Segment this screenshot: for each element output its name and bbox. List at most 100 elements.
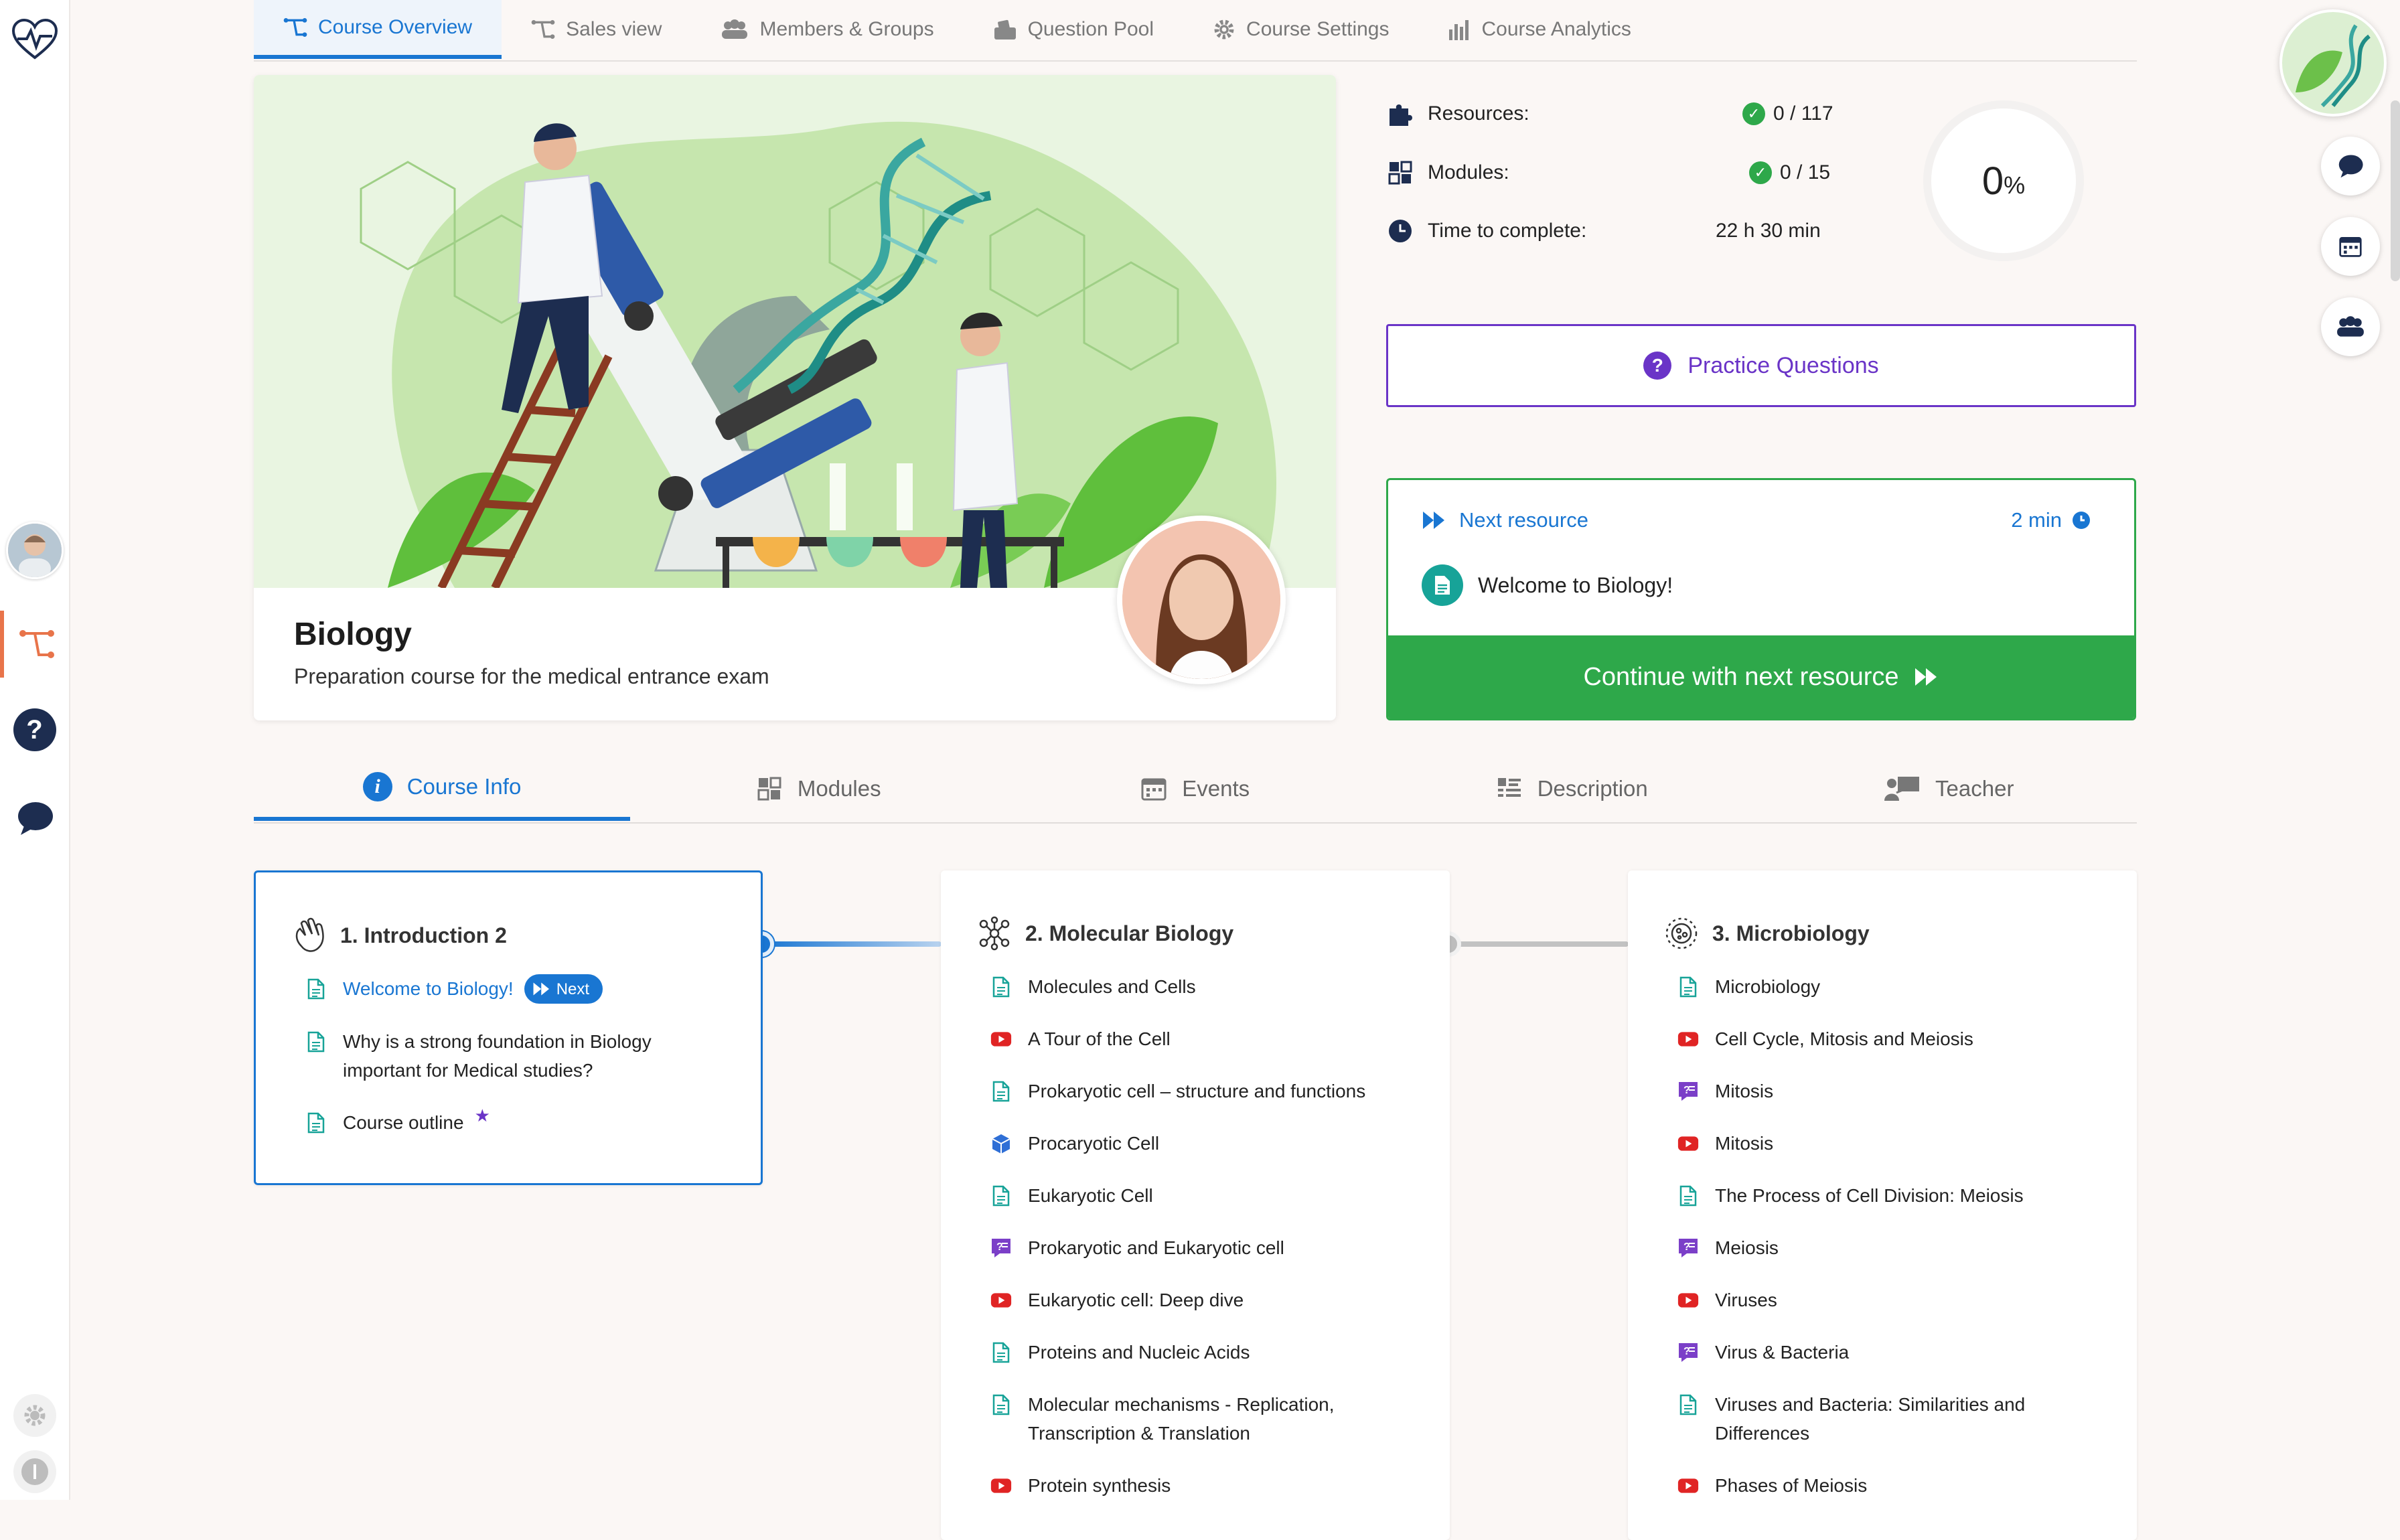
cube-3d-icon	[990, 1129, 1012, 1158]
item-label: Molecules and Cells	[1028, 976, 1196, 997]
item-label: Mitosis	[1715, 1081, 1774, 1101]
list-item[interactable]: Course outline ★	[305, 1105, 721, 1137]
rail-calendar-button[interactable]	[2321, 217, 2380, 276]
list-item[interactable]: Viruses	[1677, 1286, 2106, 1314]
document-icon	[305, 974, 327, 1003]
list-item[interactable]: Molecular mechanisms - Replication, Tran…	[990, 1390, 1419, 1448]
calendar-icon	[2339, 237, 2362, 257]
video-icon	[990, 1471, 1012, 1500]
item-label: Prokaryotic and Eukaryotic cell	[1028, 1237, 1284, 1258]
module-item-list: Welcome to Biology! Next Why is a strong…	[305, 974, 721, 1160]
item-label: Microbiology	[1715, 976, 1821, 997]
modules-icon	[756, 775, 783, 802]
list-item[interactable]: A Tour of the Cell	[990, 1024, 1419, 1053]
sidebar-chat[interactable]	[0, 794, 69, 842]
tab-label: Course Info	[406, 774, 522, 799]
list-item[interactable]: Viruses and Bacteria: Similarities and D…	[1677, 1390, 2106, 1448]
modules-icon	[1386, 159, 1414, 186]
progress-unit: %	[2004, 171, 2026, 199]
list-item[interactable]: ? Mitosis	[1677, 1077, 2106, 1105]
list-item[interactable]: Cell Cycle, Mitosis and Meiosis	[1677, 1024, 2106, 1053]
heartbeat-logo-icon[interactable]	[0, 15, 69, 63]
question-icon: ?	[1643, 352, 1672, 380]
user-avatar[interactable]	[0, 522, 69, 579]
tab-course-settings[interactable]: Course Settings	[1183, 0, 1418, 59]
scrollbar[interactable]	[2391, 100, 2400, 281]
tab-course-info[interactable]: i Course Info	[254, 757, 630, 821]
list-item[interactable]: Prokaryotic cell – structure and functio…	[990, 1077, 1419, 1105]
sidebar-info[interactable]	[0, 1448, 69, 1496]
tab-label: Events	[1182, 776, 1250, 801]
info-icon	[13, 1450, 56, 1493]
quiz-icon: ?	[990, 1233, 1012, 1262]
biology-illustration	[254, 75, 1336, 588]
progress-number: 0	[1981, 159, 2004, 203]
video-icon	[990, 1024, 1012, 1053]
puzzle-icon	[1386, 100, 1414, 127]
continue-next-resource-button[interactable]: Continue with next resource	[1388, 635, 2134, 718]
list-item[interactable]: Procaryotic Cell	[990, 1129, 1419, 1158]
rail-members-button[interactable]	[2321, 297, 2380, 356]
item-label: Proteins and Nucleic Acids	[1028, 1342, 1250, 1363]
list-item[interactable]: Eukaryotic cell: Deep dive	[990, 1286, 1419, 1314]
course-overview-icon	[283, 17, 307, 37]
quiz-icon: ?	[1677, 1233, 1699, 1262]
tab-members-groups[interactable]: Members & Groups	[691, 0, 963, 59]
tab-label: Members & Groups	[759, 18, 934, 40]
quiz-icon: ?	[1677, 1338, 1699, 1367]
sales-view-icon	[531, 19, 555, 40]
tab-course-analytics[interactable]: Course Analytics	[1418, 0, 1660, 59]
analytics-icon	[1448, 19, 1471, 40]
molecule-icon	[976, 915, 1013, 952]
list-item[interactable]: Eukaryotic Cell	[990, 1181, 1419, 1210]
members-icon	[2337, 316, 2364, 337]
list-item[interactable]: ? Prokaryotic and Eukaryotic cell	[990, 1233, 1419, 1262]
module-card-microbiology[interactable]: 3. Microbiology Microbiology Cell Cycle,…	[1628, 870, 2137, 1540]
list-item[interactable]: ? Virus & Bacteria	[1677, 1338, 2106, 1367]
list-item[interactable]: Welcome to Biology! Next	[305, 974, 721, 1004]
tab-description[interactable]: Description	[1383, 757, 1760, 821]
module-card-introduction[interactable]: 1. Introduction 2 Welcome to Biology! Ne…	[254, 870, 763, 1185]
list-item[interactable]: Why is a strong foundation in Biology im…	[305, 1027, 721, 1085]
tab-label: Sales view	[566, 18, 662, 40]
course-dna-avatar[interactable]	[2279, 9, 2387, 117]
item-label: Molecular mechanisms - Replication, Tran…	[1028, 1394, 1335, 1444]
list-item[interactable]: Mitosis	[1677, 1129, 2106, 1158]
next-resource-item[interactable]: Welcome to Biology!	[1422, 564, 1673, 606]
tab-modules[interactable]: Modules	[630, 757, 1007, 821]
list-item[interactable]: Phases of Meiosis	[1677, 1471, 2106, 1500]
list-item[interactable]: Protein synthesis	[990, 1471, 1419, 1500]
tab-events[interactable]: Events	[1007, 757, 1384, 821]
tab-course-overview[interactable]: Course Overview	[254, 0, 502, 59]
time-label: Time to complete:	[1428, 220, 1587, 242]
fast-forward-icon	[533, 982, 549, 996]
list-item[interactable]: Proteins and Nucleic Acids	[990, 1338, 1419, 1367]
list-item[interactable]: Microbiology	[1677, 972, 2106, 1001]
teacher-avatar[interactable]	[1117, 516, 1286, 684]
course-info-tabs: i Course Info Modules Events Description…	[254, 757, 2137, 824]
item-label: Cell Cycle, Mitosis and Meiosis	[1715, 1028, 1973, 1049]
list-item[interactable]: Molecules and Cells	[990, 972, 1419, 1001]
course-subtitle: Preparation course for the medical entra…	[294, 664, 769, 688]
sidebar-settings[interactable]	[0, 1391, 69, 1440]
tab-teacher[interactable]: Teacher	[1760, 757, 2138, 821]
next-resource-card: Next resource 2 min Welcome to Biology! …	[1386, 478, 2136, 720]
video-icon	[1677, 1471, 1699, 1500]
time-value: 22 h 30 min	[1716, 220, 1821, 242]
list-item[interactable]: The Process of Cell Division: Meiosis	[1677, 1181, 2106, 1210]
sidebar-help[interactable]: ?	[0, 706, 69, 754]
progress-ring: 0 %	[1923, 100, 2084, 261]
tab-question-pool[interactable]: Question Pool	[964, 0, 1183, 59]
practice-questions-button[interactable]: ? Practice Questions	[1386, 324, 2136, 407]
list-item[interactable]: ? Meiosis	[1677, 1233, 2106, 1262]
check-icon: ✓	[1742, 102, 1765, 125]
item-label: Course outline	[343, 1112, 464, 1133]
members-icon	[721, 19, 749, 40]
rail-chat-button[interactable]	[2321, 137, 2380, 196]
tab-sales-view[interactable]: Sales view	[502, 0, 691, 59]
item-label: Eukaryotic cell: Deep dive	[1028, 1290, 1244, 1310]
document-icon	[990, 972, 1012, 1001]
sidebar-course-tree[interactable]	[0, 611, 69, 678]
tab-label: Course Settings	[1246, 18, 1390, 40]
module-card-molecular-biology[interactable]: 2. Molecular Biology Molecules and Cells…	[941, 870, 1450, 1540]
